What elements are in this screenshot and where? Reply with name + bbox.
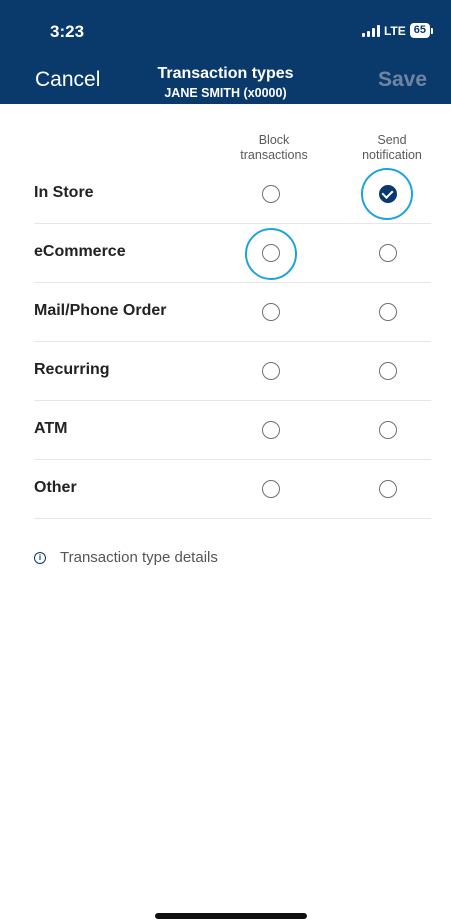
transaction-row-recurring: Recurring	[34, 342, 431, 401]
column-header-block: Block transactions	[216, 133, 332, 163]
status-time: 3:23	[50, 22, 85, 41]
transaction-row-other: Other	[34, 460, 431, 519]
transaction-type-details-link[interactable]: i Transaction type details	[34, 549, 218, 566]
transaction-row-in-store: In Store	[34, 165, 431, 224]
block-radio[interactable]	[262, 480, 280, 498]
info-icon: i	[34, 551, 46, 564]
send-radio[interactable]	[379, 244, 397, 262]
send-radio[interactable]	[379, 362, 397, 380]
row-label: Recurring	[34, 361, 110, 378]
transaction-row-atm: ATM	[34, 401, 431, 460]
save-button[interactable]: Save	[378, 68, 427, 92]
home-indicator	[155, 913, 307, 919]
row-label: Other	[34, 479, 77, 496]
top-bar: 3:23 LTE 65 Cancel Transaction types JAN…	[0, 0, 451, 104]
row-label: eCommerce	[34, 243, 126, 260]
block-radio[interactable]	[262, 421, 280, 439]
transaction-row-ecommerce: eCommerce	[34, 224, 431, 283]
block-radio[interactable]	[262, 244, 280, 262]
row-label: ATM	[34, 420, 68, 437]
row-label: In Store	[34, 184, 94, 201]
column-header-send-label: Send notification	[362, 133, 422, 162]
row-label: Mail/Phone Order	[34, 302, 167, 319]
send-radio[interactable]	[379, 480, 397, 498]
send-radio[interactable]	[379, 303, 397, 321]
block-radio[interactable]	[262, 362, 280, 380]
battery-icon: 65	[409, 23, 430, 38]
status-indicators: LTE 65	[361, 23, 433, 38]
details-label: Transaction type details	[60, 549, 218, 566]
block-radio[interactable]	[262, 185, 280, 203]
network-label: LTE	[383, 23, 406, 38]
column-header-block-label: Block transactions	[240, 133, 308, 162]
battery-tip	[431, 27, 433, 34]
transaction-row-mail-phone: Mail/Phone Order	[34, 283, 431, 342]
send-radio[interactable]	[379, 185, 397, 203]
block-radio[interactable]	[262, 303, 280, 321]
signal-icon	[361, 24, 380, 37]
column-header-send: Send notification	[338, 133, 446, 163]
send-radio[interactable]	[379, 421, 397, 439]
